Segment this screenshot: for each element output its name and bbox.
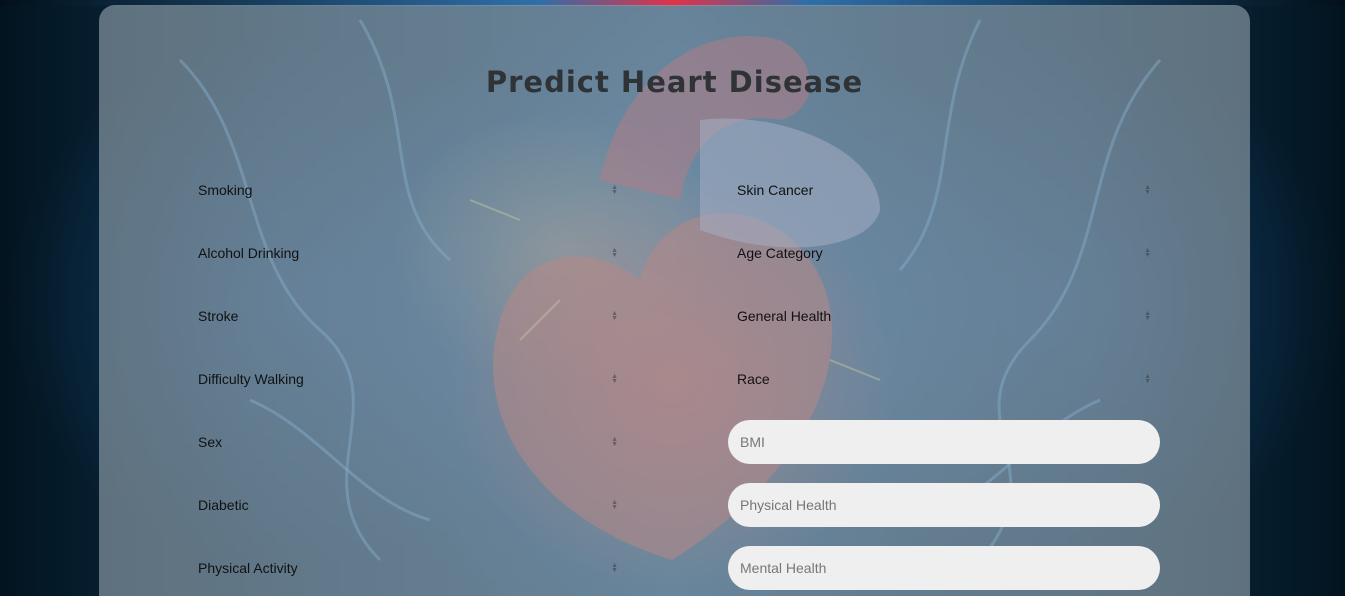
smoking-select[interactable]: Smoking ▲ ▼ <box>198 168 618 212</box>
diabetic-select[interactable]: Diabetic ▲ ▼ <box>198 483 618 527</box>
prediction-form-card: Predict Heart Disease Smoking ▲ ▼ Alcohol… <box>99 5 1250 596</box>
stroke-select[interactable]: Stroke ▲ ▼ <box>198 294 618 338</box>
physical-activity-select[interactable]: Physical Activity ▲ ▼ <box>198 546 618 590</box>
skin-cancer-select-label: Skin Cancer <box>737 182 814 198</box>
alcohol-drinking-select[interactable]: Alcohol Drinking ▲ ▼ <box>198 231 618 275</box>
sex-select-label: Sex <box>198 434 223 450</box>
bmi-input[interactable] <box>738 433 1160 451</box>
race-select[interactable]: Race ▲ ▼ <box>737 357 1151 401</box>
select-arrows-icon: ▲ ▼ <box>1144 184 1151 196</box>
age-category-select[interactable]: Age Category ▲ ▼ <box>737 231 1151 275</box>
select-arrows-icon: ▲ ▼ <box>611 562 618 574</box>
diabetic-select-label: Diabetic <box>198 497 249 513</box>
select-arrows-icon: ▲ ▼ <box>611 499 618 511</box>
smoking-select-label: Smoking <box>198 182 253 198</box>
physical-activity-select-label: Physical Activity <box>198 560 298 576</box>
stroke-select-label: Stroke <box>198 308 239 324</box>
select-arrows-icon: ▲ ▼ <box>611 184 618 196</box>
difficulty-walking-select-label: Difficulty Walking <box>198 371 304 387</box>
mental-health-input[interactable] <box>738 559 1160 577</box>
physical-health-field[interactable] <box>728 483 1160 527</box>
select-arrows-icon: ▲ ▼ <box>1144 373 1151 385</box>
select-arrows-icon: ▲ ▼ <box>1144 310 1151 322</box>
general-health-select-label: General Health <box>737 308 832 324</box>
skin-cancer-select[interactable]: Skin Cancer ▲ ▼ <box>737 168 1151 212</box>
select-arrows-icon: ▲ ▼ <box>611 310 618 322</box>
select-arrows-icon: ▲ ▼ <box>611 436 618 448</box>
mental-health-field[interactable] <box>728 546 1160 590</box>
difficulty-walking-select[interactable]: Difficulty Walking ▲ ▼ <box>198 357 618 401</box>
age-category-select-label: Age Category <box>737 245 823 261</box>
alcohol-drinking-select-label: Alcohol Drinking <box>198 245 300 261</box>
bmi-field[interactable] <box>728 420 1160 464</box>
page-title: Predict Heart Disease <box>485 65 864 99</box>
sex-select[interactable]: Sex ▲ ▼ <box>198 420 618 464</box>
race-select-label: Race <box>737 371 770 387</box>
general-health-select[interactable]: General Health ▲ ▼ <box>737 294 1151 338</box>
select-arrows-icon: ▲ ▼ <box>1144 247 1151 259</box>
select-arrows-icon: ▲ ▼ <box>611 373 618 385</box>
select-arrows-icon: ▲ ▼ <box>611 247 618 259</box>
physical-health-input[interactable] <box>738 496 1160 514</box>
